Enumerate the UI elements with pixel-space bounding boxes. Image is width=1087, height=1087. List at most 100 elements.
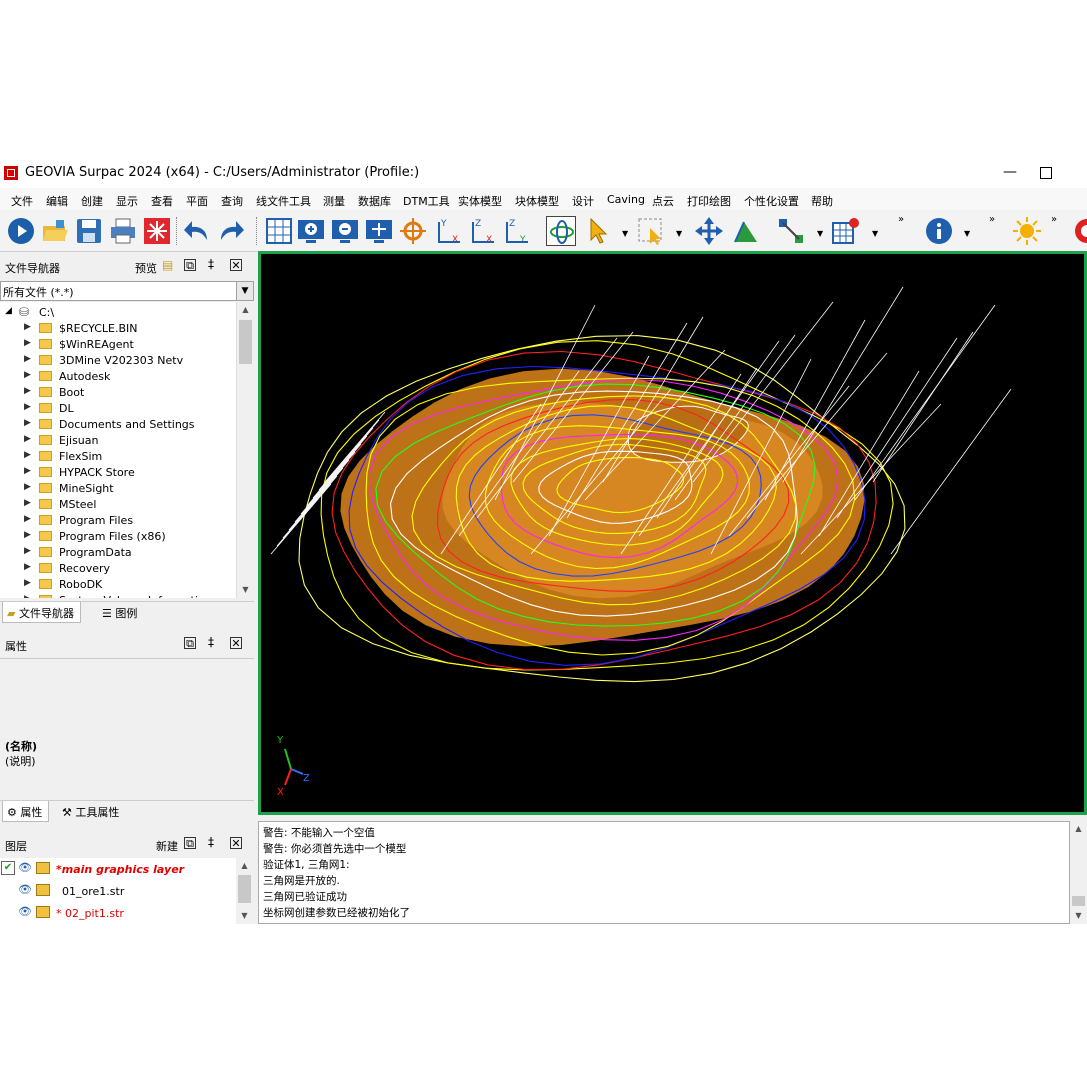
- float-icon[interactable]: ⧉: [184, 259, 196, 272]
- view-yx-icon[interactable]: YX: [434, 216, 464, 246]
- reset-graphics-icon[interactable]: [142, 216, 172, 246]
- expand-arrow-icon[interactable]: ▶: [24, 354, 31, 364]
- chevron-down-icon[interactable]: ▼: [236, 282, 253, 300]
- zoom-out-icon[interactable]: [330, 216, 360, 246]
- toolbar-overflow-icon[interactable]: »: [898, 214, 904, 225]
- close-icon[interactable]: ✕: [230, 637, 242, 650]
- file-filter-select[interactable]: 所有文件 (*.*) ▼: [0, 281, 254, 301]
- rotate-gyro-icon[interactable]: [546, 216, 576, 246]
- menu-help[interactable]: 帮助: [811, 193, 833, 209]
- layer-row[interactable]: 👁 01_ore1.str: [0, 881, 236, 902]
- tree-scrollbar[interactable]: ▲ ▼: [236, 302, 254, 598]
- toolbar-overflow-icon-2[interactable]: »: [989, 214, 995, 225]
- menu-inquire[interactable]: 查询: [221, 193, 243, 209]
- scroll-up-icon[interactable]: ▲: [237, 302, 254, 318]
- expand-icon[interactable]: ◢: [5, 306, 12, 316]
- menu-edit[interactable]: 编辑: [46, 193, 68, 209]
- menu-database[interactable]: 数据库: [358, 193, 391, 209]
- expand-arrow-icon[interactable]: ▶: [24, 434, 31, 444]
- tree-folder-item[interactable]: ▶ MSteel: [0, 496, 236, 512]
- tab-properties[interactable]: ⚙ 属性: [2, 801, 50, 822]
- graphics-viewport[interactable]: Y X Z: [258, 251, 1087, 815]
- message-scrollbar[interactable]: ▲ ▼: [1070, 821, 1087, 924]
- grid-dropdown-icon[interactable]: ▼: [872, 229, 878, 238]
- tab-legend[interactable]: ☰ 图例: [98, 602, 143, 623]
- scroll-down-icon[interactable]: ▼: [237, 582, 254, 598]
- menu-block-model[interactable]: 块体模型: [515, 193, 559, 209]
- preview-icon[interactable]: ▤: [162, 258, 173, 272]
- layer-scrollbar[interactable]: ▲ ▼: [236, 858, 253, 924]
- zoom-all-icon[interactable]: [364, 216, 394, 246]
- lighting-sun-icon[interactable]: [1012, 216, 1042, 246]
- view-zy-icon[interactable]: ZY: [502, 216, 532, 246]
- tab-tool-properties[interactable]: ⚒ 工具属性: [58, 801, 125, 822]
- menu-plane[interactable]: 平面: [186, 193, 208, 209]
- open-folder-icon[interactable]: [40, 216, 70, 246]
- redo-icon[interactable]: [216, 216, 246, 246]
- tree-folder-item[interactable]: ▶ Program Files: [0, 512, 236, 528]
- expand-arrow-icon[interactable]: ▶: [24, 402, 31, 412]
- info-dropdown-icon[interactable]: ▼: [964, 229, 970, 238]
- undo-icon[interactable]: [182, 216, 212, 246]
- new-layer-button[interactable]: 新建: [156, 838, 178, 854]
- tree-folder-item[interactable]: ▶ Recovery: [0, 560, 236, 576]
- expand-arrow-icon[interactable]: ▶: [24, 482, 31, 492]
- eye-icon[interactable]: 👁: [18, 861, 32, 874]
- expand-arrow-icon[interactable]: ▶: [24, 594, 31, 598]
- lock-icon[interactable]: [36, 884, 50, 896]
- minimize-button[interactable]: —: [1000, 164, 1020, 180]
- menu-file[interactable]: 文件: [11, 193, 33, 209]
- expand-arrow-icon[interactable]: ▶: [24, 466, 31, 476]
- layer-checkbox[interactable]: ✔: [1, 861, 15, 875]
- pin-icon[interactable]: ‡: [208, 835, 214, 849]
- tree-drive[interactable]: ◢ ⛁ C:\: [0, 304, 236, 320]
- tab-file-navigator[interactable]: ▰ 文件导航器: [2, 602, 81, 623]
- zoom-in-icon[interactable]: [296, 216, 326, 246]
- string-tool-icon[interactable]: [776, 216, 806, 246]
- menu-survey[interactable]: 测量: [323, 193, 345, 209]
- float-icon[interactable]: ⧉: [184, 637, 196, 650]
- expand-arrow-icon[interactable]: ▶: [24, 546, 31, 556]
- tree-folder-item[interactable]: ▶ System Volume Information: [0, 592, 236, 598]
- expand-arrow-icon[interactable]: ▶: [24, 578, 31, 588]
- pin-icon[interactable]: ‡: [208, 257, 214, 271]
- triangle-tool-icon[interactable]: [730, 216, 760, 246]
- tree-folder-item[interactable]: ▶ MineSight: [0, 480, 236, 496]
- tree-folder-item[interactable]: ▶ FlexSim: [0, 448, 236, 464]
- menu-view[interactable]: 查看: [151, 193, 173, 209]
- menu-caving[interactable]: Caving: [607, 193, 645, 206]
- float-icon[interactable]: ⧉: [184, 837, 196, 850]
- tree-folder-item[interactable]: ▶ $RECYCLE.BIN: [0, 320, 236, 336]
- media-play-icon[interactable]: [6, 216, 36, 246]
- select-arrow-icon[interactable]: [585, 216, 615, 246]
- tree-folder-item[interactable]: ▶ Ejisuan: [0, 432, 236, 448]
- pin-icon[interactable]: ‡: [208, 635, 214, 649]
- toolbar-overflow-icon-3[interactable]: »: [1051, 214, 1057, 225]
- info-icon[interactable]: [924, 216, 954, 246]
- expand-arrow-icon[interactable]: ▶: [24, 322, 31, 332]
- select-box-dropdown-icon[interactable]: ▼: [676, 229, 682, 238]
- menu-dtm-tools[interactable]: DTM工具: [403, 193, 450, 209]
- menu-solids[interactable]: 实体模型: [458, 193, 502, 209]
- eye-icon[interactable]: 👁: [18, 905, 32, 918]
- pan-move-icon[interactable]: [694, 216, 724, 246]
- grid-pin-icon[interactable]: [830, 216, 860, 246]
- expand-arrow-icon[interactable]: ▶: [24, 338, 31, 348]
- stop-icon[interactable]: [1072, 216, 1087, 246]
- menu-string-tools[interactable]: 线文件工具: [256, 193, 311, 209]
- string-dropdown-icon[interactable]: ▼: [817, 229, 823, 238]
- menu-create[interactable]: 创建: [81, 193, 103, 209]
- tree-folder-item[interactable]: ▶ DL: [0, 400, 236, 416]
- expand-arrow-icon[interactable]: ▶: [24, 562, 31, 572]
- menu-customise[interactable]: 个性化设置: [744, 193, 799, 209]
- tree-folder-item[interactable]: ▶ Autodesk: [0, 368, 236, 384]
- menu-design[interactable]: 设计: [572, 193, 594, 209]
- tree-folder-item[interactable]: ▶ 3DMine V202303 Netv: [0, 352, 236, 368]
- expand-arrow-icon[interactable]: ▶: [24, 530, 31, 540]
- center-target-icon[interactable]: [398, 216, 428, 246]
- eye-icon[interactable]: 👁: [18, 883, 32, 896]
- menu-point-cloud[interactable]: 点云: [652, 193, 674, 209]
- expand-arrow-icon[interactable]: ▶: [24, 386, 31, 396]
- menu-display[interactable]: 显示: [116, 193, 138, 209]
- close-icon[interactable]: ✕: [230, 837, 242, 850]
